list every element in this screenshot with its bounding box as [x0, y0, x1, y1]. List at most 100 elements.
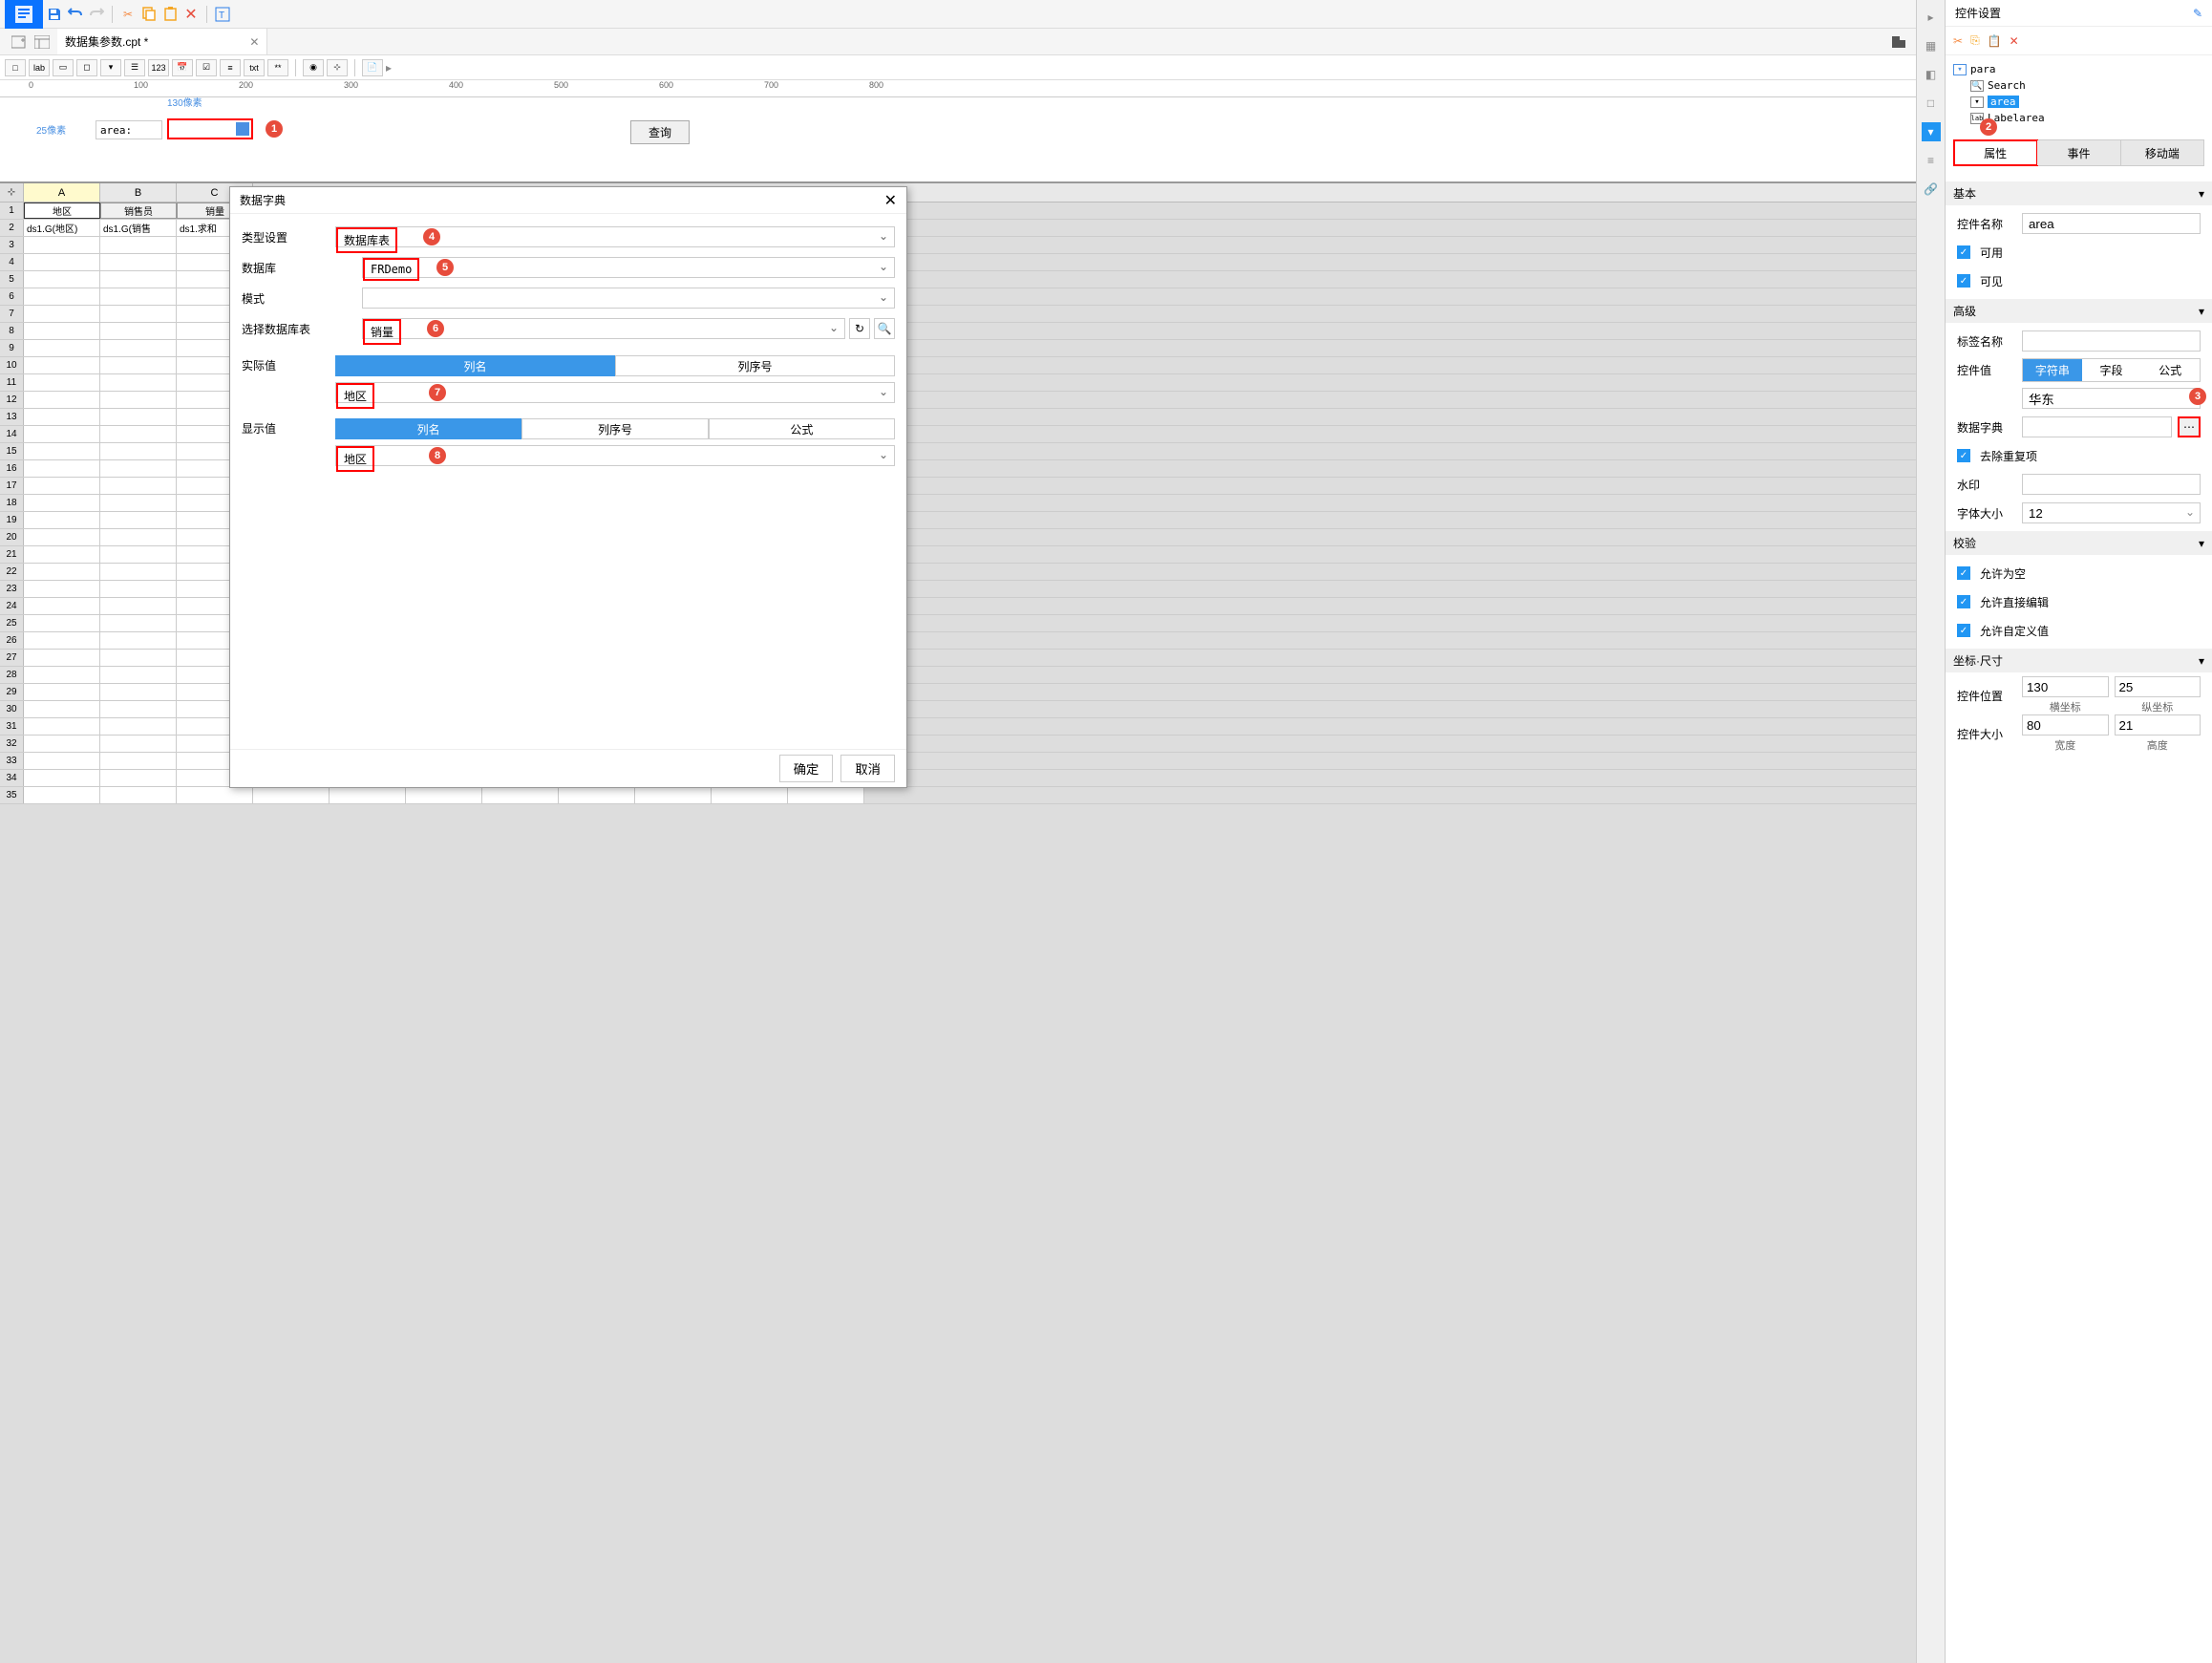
- row-header[interactable]: 22: [0, 564, 24, 580]
- row-header[interactable]: 9: [0, 340, 24, 356]
- area-combobox[interactable]: [167, 118, 253, 139]
- grid-cell[interactable]: [100, 443, 177, 459]
- grid-cell[interactable]: [100, 323, 177, 339]
- grid-cell[interactable]: [24, 632, 100, 649]
- visible-checkbox[interactable]: ✓: [1957, 274, 1970, 288]
- grid-cell[interactable]: [100, 340, 177, 356]
- row-header[interactable]: 14: [0, 426, 24, 442]
- row-header[interactable]: 20: [0, 529, 24, 545]
- tree-item-search[interactable]: 🔍 Search: [1953, 77, 2204, 94]
- tab-event[interactable]: 事件: [2037, 140, 2120, 165]
- tree-item-area[interactable]: ▾ area: [1953, 94, 2204, 110]
- refresh-icon[interactable]: ↻: [849, 318, 870, 339]
- checkbox-icon[interactable]: ☑: [196, 59, 217, 76]
- grid-cell[interactable]: [100, 736, 177, 752]
- grid-cell[interactable]: [100, 237, 177, 253]
- combobox-icon[interactable]: ▾: [100, 59, 121, 76]
- undo-icon[interactable]: [66, 5, 85, 24]
- checkbox-combo-icon[interactable]: ☰: [124, 59, 145, 76]
- grid-cell[interactable]: [24, 392, 100, 408]
- tab-list-icon[interactable]: [32, 32, 52, 52]
- datetime-icon[interactable]: 📅: [172, 59, 193, 76]
- grid-cell[interactable]: [100, 357, 177, 373]
- actual-colindex-tab[interactable]: 列序号: [615, 355, 895, 376]
- row-header[interactable]: 11: [0, 374, 24, 391]
- grid-cell[interactable]: [100, 495, 177, 511]
- grid-cell[interactable]: [24, 753, 100, 769]
- label-icon[interactable]: lab: [29, 59, 50, 76]
- grid-cell[interactable]: [100, 529, 177, 545]
- corner-cell[interactable]: ⊹: [0, 183, 24, 202]
- row-header[interactable]: 2: [0, 220, 24, 236]
- section-advanced[interactable]: 高级▾: [1946, 299, 2212, 323]
- grid-cell[interactable]: [100, 650, 177, 666]
- row-header[interactable]: 8: [0, 323, 24, 339]
- freebutton-icon[interactable]: ◻: [76, 59, 97, 76]
- grid-cell[interactable]: [559, 787, 635, 803]
- cut-icon[interactable]: ✂: [118, 5, 138, 24]
- row-header[interactable]: 35: [0, 787, 24, 803]
- section-basic[interactable]: 基本▾: [1946, 181, 2212, 205]
- query-button[interactable]: 查询: [630, 120, 690, 144]
- grid-cell[interactable]: [24, 443, 100, 459]
- new-tab-icon[interactable]: [10, 32, 29, 52]
- tab-active[interactable]: 数据集参数.cpt * ✕: [57, 29, 267, 54]
- row-header[interactable]: 32: [0, 736, 24, 752]
- col-header-b[interactable]: B: [100, 183, 177, 202]
- grid-cell[interactable]: [100, 546, 177, 563]
- grid-cell[interactable]: [24, 701, 100, 717]
- grid-cell[interactable]: [24, 357, 100, 373]
- grid-cell[interactable]: [100, 254, 177, 270]
- row-header[interactable]: 24: [0, 598, 24, 614]
- list-icon[interactable]: ≡: [220, 59, 241, 76]
- cell-icon[interactable]: ▦: [1922, 36, 1941, 55]
- row-header[interactable]: 28: [0, 667, 24, 683]
- grid-cell[interactable]: [24, 546, 100, 563]
- grid-cell[interactable]: [100, 787, 177, 803]
- copy-icon[interactable]: [139, 5, 159, 24]
- text-format-icon[interactable]: T: [213, 5, 232, 24]
- grid-cell[interactable]: [253, 787, 330, 803]
- grid-cell[interactable]: ds1.G(销售: [100, 220, 177, 236]
- grid-cell[interactable]: [24, 254, 100, 270]
- delete-icon[interactable]: ✕: [181, 5, 201, 24]
- radio-group-icon[interactable]: ◉: [303, 59, 324, 76]
- area-label[interactable]: area:: [96, 120, 162, 139]
- grid-cell[interactable]: [24, 564, 100, 580]
- watermark-input[interactable]: [2022, 474, 2201, 495]
- grid-cell[interactable]: [24, 495, 100, 511]
- grid-cell[interactable]: [24, 374, 100, 391]
- grid-cell[interactable]: [100, 374, 177, 391]
- pos-y-input[interactable]: [2115, 676, 2201, 697]
- redo-icon[interactable]: [87, 5, 106, 24]
- grid-cell[interactable]: [100, 770, 177, 786]
- grid-cell[interactable]: [177, 787, 253, 803]
- value-input[interactable]: [2022, 388, 2201, 409]
- widget-icon[interactable]: ▾: [1922, 122, 1941, 141]
- grid-cell[interactable]: [635, 787, 712, 803]
- row-header[interactable]: 26: [0, 632, 24, 649]
- grid-cell[interactable]: [24, 306, 100, 322]
- grid-cell[interactable]: [100, 615, 177, 631]
- row-header[interactable]: 30: [0, 701, 24, 717]
- row-header[interactable]: 19: [0, 512, 24, 528]
- design-canvas[interactable]: 130像素 25像素 area: 1 查询: [0, 97, 1916, 183]
- grid-cell[interactable]: [100, 598, 177, 614]
- row-header[interactable]: 13: [0, 409, 24, 425]
- row-header[interactable]: 21: [0, 546, 24, 563]
- grid-cell[interactable]: [24, 684, 100, 700]
- grid-cell[interactable]: [24, 237, 100, 253]
- save-icon[interactable]: [45, 5, 64, 24]
- export-icon[interactable]: [1889, 32, 1908, 52]
- grid-cell[interactable]: [788, 787, 864, 803]
- paste-icon[interactable]: 📋: [1988, 34, 2002, 48]
- grid-cell[interactable]: [100, 478, 177, 494]
- border-icon[interactable]: □: [1922, 94, 1941, 113]
- display-colindex-tab[interactable]: 列序号: [521, 418, 708, 439]
- file-icon[interactable]: 📄: [362, 59, 383, 76]
- password-icon[interactable]: **: [267, 59, 288, 76]
- grid-cell[interactable]: [24, 770, 100, 786]
- grid-cell[interactable]: [100, 667, 177, 683]
- name-input[interactable]: [2022, 213, 2201, 234]
- grid-cell[interactable]: [100, 684, 177, 700]
